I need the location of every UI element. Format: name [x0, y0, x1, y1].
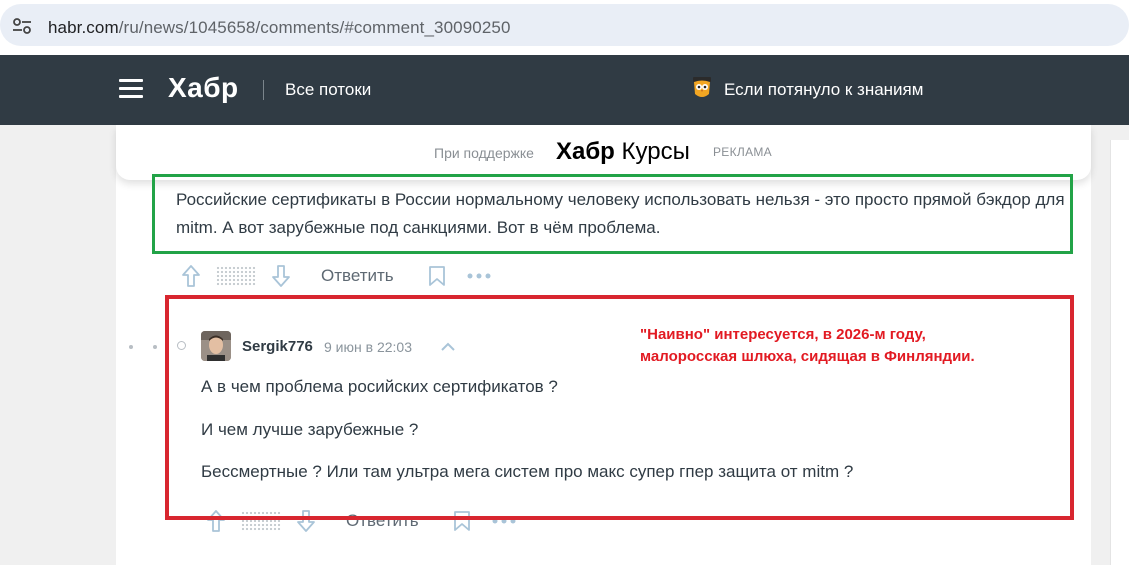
site-header: Хабр Все потоки Если потянуло к знаниям [0, 55, 1129, 125]
sidebar-card [1110, 140, 1129, 565]
bookmark-icon[interactable] [428, 265, 446, 287]
url-text[interactable]: habr.com/ru/news/1045658/comments/#comme… [48, 18, 511, 38]
ad-label: РЕКЛАМА [713, 145, 772, 159]
vote-score-placeholder [216, 266, 256, 286]
header-divider [263, 80, 264, 100]
highlight-frame-red [165, 295, 1074, 520]
sponsor-logo[interactable]: Хабр Курсы [556, 138, 690, 166]
url-path: /ru/news/1045658/comments/#comment_30090… [118, 18, 511, 37]
vote-down-icon[interactable] [271, 264, 291, 288]
owl-mascot-icon [693, 77, 711, 97]
reply-button[interactable]: Ответить [321, 266, 394, 286]
page-margin-left [0, 125, 116, 565]
sponsor-prefix: При поддержке [434, 145, 534, 161]
parent-comment-text: Российские сертификаты в России нормальн… [176, 190, 1065, 237]
site-logo[interactable]: Хабр [168, 72, 239, 104]
browser-toolbar: habr.com/ru/news/1045658/comments/#comme… [0, 0, 1129, 55]
thread-indent-dot [153, 345, 157, 349]
sponsor-logo-rest: Курсы [614, 138, 690, 165]
all-flows-link[interactable]: Все потоки [285, 80, 371, 100]
vote-up-icon[interactable] [181, 264, 201, 288]
url-host: habr.com [48, 18, 119, 37]
sponsor-logo-bold: Хабр [556, 138, 615, 165]
tune-icon[interactable] [12, 18, 32, 34]
more-icon[interactable] [466, 272, 492, 280]
hamburger-icon[interactable] [119, 79, 143, 99]
promo-link[interactable]: Если потянуло к знаниям [724, 80, 923, 100]
sponsor-banner[interactable]: При поддержке Хабр Курсы РЕКЛАМА [116, 125, 1091, 180]
address-bar[interactable]: habr.com/ru/news/1045658/comments/#comme… [0, 4, 1129, 46]
thread-indent-dot [129, 345, 133, 349]
